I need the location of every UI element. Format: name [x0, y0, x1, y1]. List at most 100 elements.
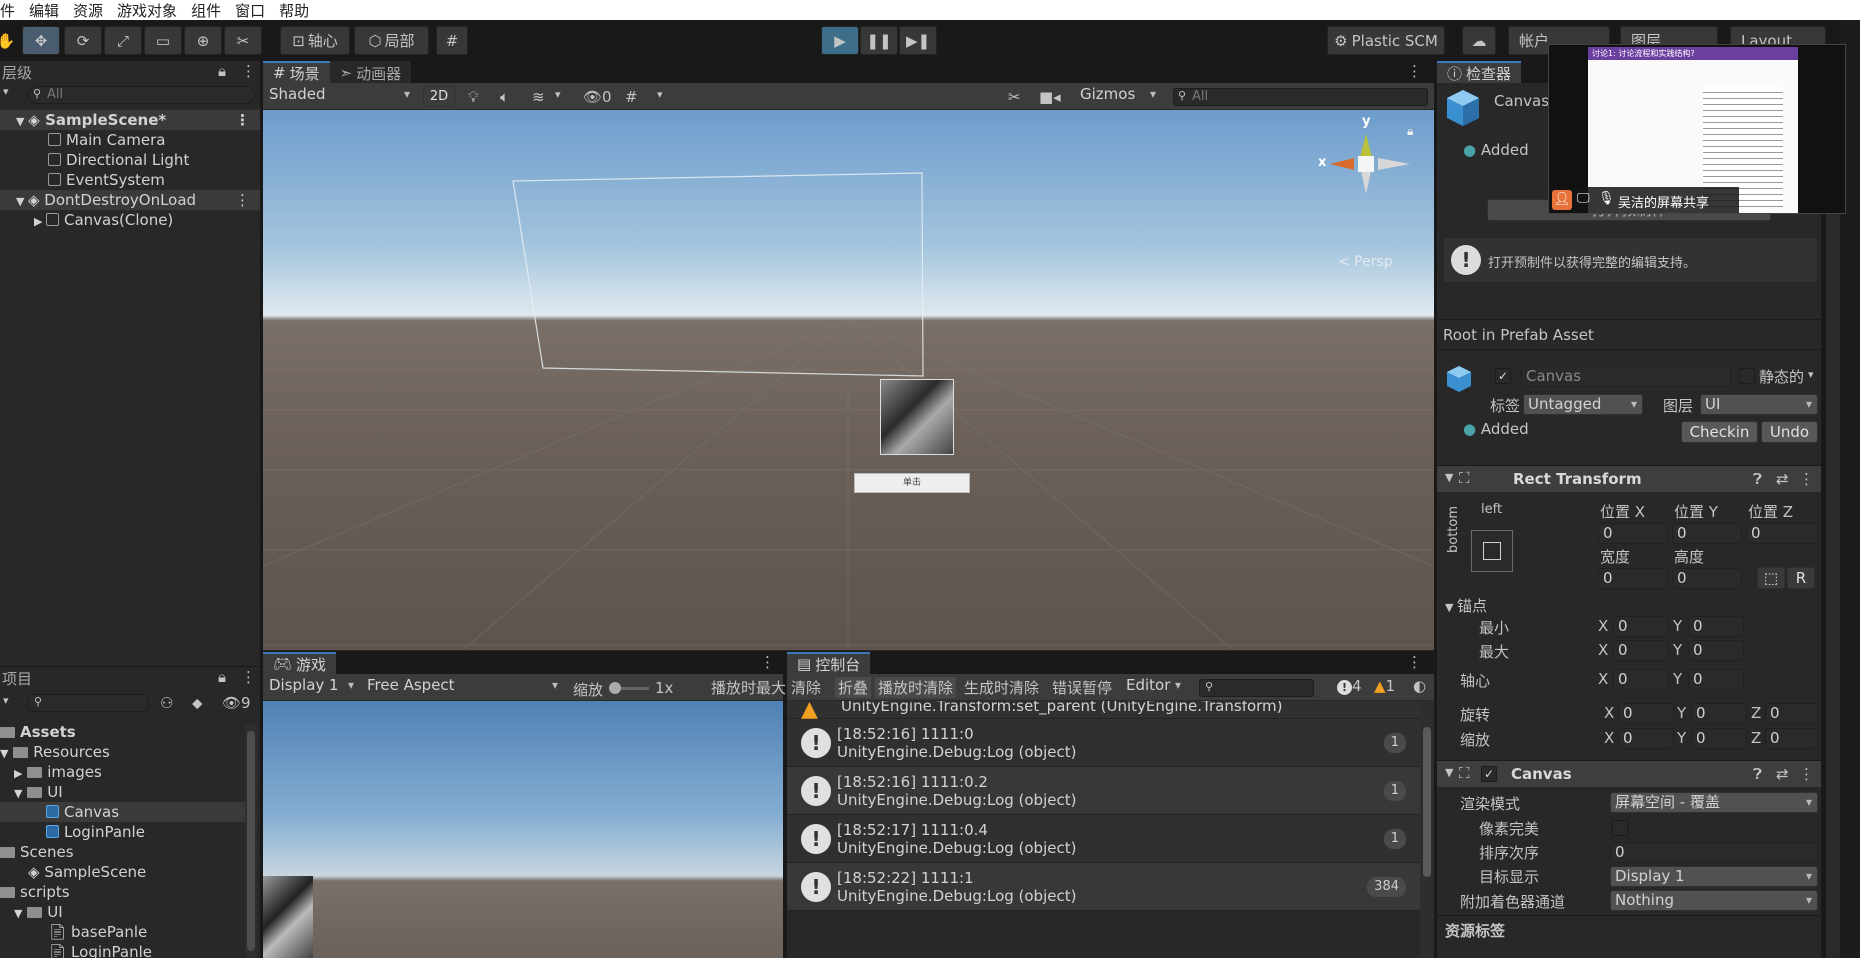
add-dropdown-icon[interactable]: ▾	[3, 694, 9, 707]
project-tree-row-selected[interactable]: Canvas	[0, 802, 245, 822]
anchor-max-x-field[interactable]: 0	[1613, 640, 1669, 661]
gizmo-lock-icon[interactable]: 🔒︎	[1407, 124, 1413, 139]
tab-console[interactable]: ▤ 控制台	[787, 652, 871, 674]
active-checkbox[interactable]: ✓	[1495, 368, 1511, 384]
blueprint-mode-icon[interactable]: ⬚	[1757, 567, 1785, 589]
hierarchy-row[interactable]: Main Camera	[0, 130, 260, 150]
checkin-button[interactable]: Checkin	[1681, 421, 1758, 443]
hierarchy-row[interactable]: Directional Light	[0, 150, 260, 170]
row-more-icon[interactable]: ⋮	[235, 190, 250, 210]
pos-z-field[interactable]: 0	[1746, 523, 1818, 544]
scale-tool-icon[interactable]: ⤢	[104, 26, 142, 55]
filter-label-icon[interactable]: ⬥	[192, 694, 203, 712]
project-tree-row[interactable]: 📄︎ basePanle	[0, 922, 260, 942]
help-icon[interactable]: ❓︎	[1753, 470, 1762, 488]
shading-mode-dropdown[interactable]: Shaded	[265, 85, 415, 106]
gizmos-dropdown[interactable]: Gizmos	[1076, 85, 1161, 106]
rect-tool-icon[interactable]: ▭	[144, 26, 182, 55]
step-button[interactable]: ▶❚	[899, 26, 937, 55]
anchors-foldout[interactable]: ▼ 锚点	[1445, 595, 1487, 616]
hierarchy-scene-row[interactable]: ▼ ◈ SampleScene* ⋮	[0, 110, 260, 130]
shader-channel-dropdown[interactable]: Nothing	[1610, 890, 1818, 911]
undo-button[interactable]: Undo	[1761, 421, 1818, 443]
rotation-x-field[interactable]: 0	[1618, 703, 1674, 724]
cloud-icon[interactable]: ☁	[1462, 26, 1496, 55]
game-more-icon[interactable]: ⋮	[760, 653, 775, 671]
display-dropdown[interactable]: Display 1	[265, 676, 359, 697]
project-tree-row[interactable]: ◈ SampleScene	[0, 862, 260, 882]
rotation-z-field[interactable]: 0	[1765, 703, 1818, 724]
hierarchy-row[interactable]: EventSystem	[0, 170, 260, 190]
menu-component[interactable]: 组件	[191, 0, 221, 21]
log-row[interactable]: ! [18:52:22] 1111:1 UnityEngine.Debug:Lo…	[787, 863, 1420, 911]
anchor-min-x-field[interactable]: 0	[1613, 616, 1669, 637]
project-tree-row[interactable]: 📄︎ LoginPanle	[0, 942, 260, 958]
menu-window[interactable]: 窗口	[235, 0, 265, 21]
layer-dropdown[interactable]: UI	[1700, 394, 1818, 415]
pivot-x-field[interactable]: 0	[1613, 669, 1669, 690]
rotate-tool-icon[interactable]: ⟳	[64, 26, 102, 55]
grid-snap-icon[interactable]: #	[436, 26, 468, 55]
tab-animator[interactable]: ➣ 动画器	[329, 61, 412, 83]
sort-order-field[interactable]: 0	[1610, 842, 1818, 863]
game-viewport[interactable]	[263, 701, 783, 958]
grid-dropdown-icon[interactable]: ▾	[657, 88, 663, 101]
height-field[interactable]: 0	[1672, 568, 1742, 589]
local-toggle-button[interactable]: ⬡ 局部	[354, 26, 429, 55]
static-dropdown-icon[interactable]: ▾	[1808, 368, 1814, 381]
move-tool-icon[interactable]: ✥	[22, 26, 60, 55]
menu-file[interactable]: 件	[0, 0, 15, 21]
more-icon[interactable]: ⋮	[241, 62, 256, 80]
hand-tool-icon[interactable]: ✋	[0, 26, 16, 55]
hidden-packages-icon[interactable]: 👁︎9	[222, 694, 251, 712]
grid-icon[interactable]: #	[625, 88, 638, 106]
error-count-icon[interactable]: ◐	[1413, 677, 1426, 695]
tab-hierarchy[interactable]: 层级	[0, 61, 43, 83]
scene-search-input[interactable]: All	[1173, 88, 1428, 106]
scale-z-field[interactable]: 0	[1765, 728, 1818, 749]
project-tree-row[interactable]: ▼ UI	[0, 902, 260, 922]
anchor-max-y-field[interactable]: 0	[1688, 640, 1744, 661]
play-button[interactable]: ▶	[821, 26, 859, 55]
help-icon[interactable]: ❓︎	[1753, 765, 1762, 783]
effects-dropdown-icon[interactable]: ▾	[555, 88, 561, 101]
tab-game[interactable]: 🎮︎ 游戏	[263, 652, 337, 674]
tab-inspector[interactable]: ⓘ 检查器	[1437, 61, 1522, 83]
preset-icon[interactable]: ⇄	[1776, 765, 1789, 783]
add-dropdown-icon[interactable]: ▾	[3, 85, 9, 98]
pos-x-field[interactable]: 0	[1598, 523, 1668, 544]
lighting-icon[interactable]: 💡︎	[468, 88, 479, 106]
effects-icon[interactable]: ≋	[532, 88, 545, 106]
preset-icon[interactable]: ⇄	[1776, 470, 1789, 488]
render-mode-dropdown[interactable]: 屏幕空间 - 覆盖	[1610, 792, 1818, 813]
info-count[interactable]: ! 4	[1337, 677, 1362, 695]
toggle-2d-button[interactable]: 2D	[423, 86, 455, 107]
anchor-min-y-field[interactable]: 0	[1688, 616, 1744, 637]
project-tree-row[interactable]: ▶ images	[0, 762, 260, 782]
console-more-icon[interactable]: ⋮	[1407, 653, 1422, 671]
anchor-preset-button[interactable]	[1471, 530, 1513, 572]
lock-icon[interactable]: 🔒︎	[218, 668, 226, 686]
canvas-enabled-checkbox[interactable]: ✓	[1481, 766, 1497, 782]
custom-tool-icon[interactable]: ✂	[224, 26, 262, 55]
component-more-icon[interactable]: ⋮	[1799, 470, 1814, 488]
more-icon[interactable]: ⋮	[241, 668, 256, 686]
maximize-on-play-toggle[interactable]: 播放时最大	[711, 677, 786, 698]
name-field[interactable]: Canvas	[1521, 366, 1731, 387]
pos-y-field[interactable]: 0	[1672, 523, 1742, 544]
plastic-scm-button[interactable]: ⚙ Plastic SCM	[1327, 26, 1445, 55]
clear-on-play-toggle[interactable]: 播放时清除	[875, 677, 957, 698]
project-tree-row[interactable]: scripts	[0, 882, 260, 902]
component-more-icon[interactable]: ⋮	[1799, 765, 1814, 783]
project-tree-row[interactable]: Scenes	[0, 842, 260, 862]
menu-help[interactable]: 帮助	[279, 0, 309, 21]
clear-button[interactable]: 清除	[791, 677, 821, 698]
rotation-y-field[interactable]: 0	[1691, 703, 1747, 724]
editor-dropdown[interactable]: Editor	[1122, 676, 1186, 697]
tag-dropdown[interactable]: Untagged	[1523, 394, 1643, 415]
aspect-dropdown[interactable]: Free Aspect	[363, 676, 563, 697]
scale-slider-handle[interactable]	[609, 682, 621, 694]
pause-button[interactable]: ❚❚	[860, 26, 898, 55]
scrollbar-thumb[interactable]	[1423, 727, 1431, 877]
log-row[interactable]: ! [18:52:16] 1111:0 UnityEngine.Debug:Lo…	[787, 719, 1420, 767]
